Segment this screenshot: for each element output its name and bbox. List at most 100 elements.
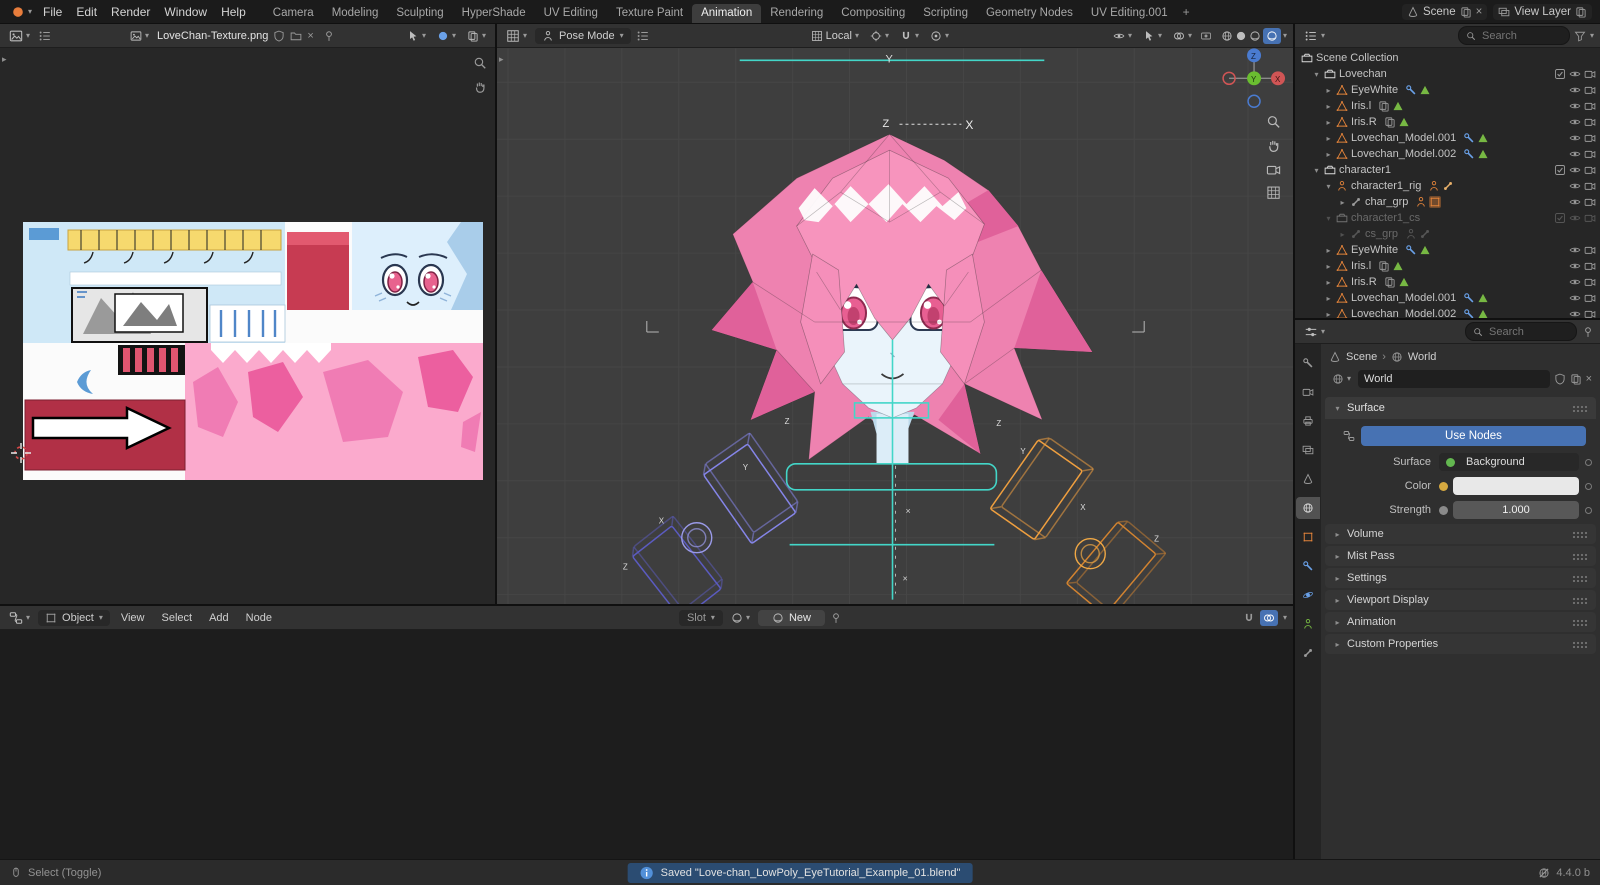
gizmo-y-axis[interactable]: Y: [1251, 75, 1257, 84]
panel-grip-icon[interactable]: [1572, 574, 1588, 582]
pin-icon[interactable]: [1582, 326, 1594, 338]
viewport-canvas[interactable]: ▸ Y Z X × × Z Y X Z Z Y X Z Z X Y: [497, 48, 1293, 604]
modifier-wrench-icon[interactable]: [1463, 132, 1475, 144]
object-tab[interactable]: [1296, 526, 1320, 548]
expand-icon[interactable]: ▸: [1324, 294, 1333, 303]
zoom-icon[interactable]: [473, 56, 487, 70]
disable-render-camera-icon[interactable]: [1584, 260, 1596, 272]
panel-grip-icon[interactable]: [1572, 596, 1588, 604]
tab-modeling[interactable]: Modeling: [323, 4, 388, 23]
shading-wireframe-icon[interactable]: [1221, 30, 1233, 42]
panel-grip-icon[interactable]: [1572, 404, 1588, 412]
hide-viewport-eye-icon[interactable]: [1569, 212, 1581, 224]
outliner-row-iris-l[interactable]: ▸ Iris.l: [1295, 98, 1600, 114]
pan-hand-icon[interactable]: [1269, 140, 1279, 152]
expand-icon[interactable]: ▸: [1338, 230, 1347, 239]
material-slot-dropdown[interactable]: Slot ▾: [678, 609, 723, 626]
panel-grip-icon[interactable]: [1572, 640, 1588, 648]
gizmo-z-axis[interactable]: Z: [1251, 52, 1256, 61]
uv-2d-cursor[interactable]: [10, 442, 32, 464]
collapse-icon[interactable]: ▾: [1312, 166, 1321, 175]
hide-viewport-eye-icon[interactable]: [1569, 244, 1581, 256]
snap-toggle[interactable]: ▾: [897, 28, 922, 44]
disable-render-camera-icon[interactable]: [1584, 164, 1596, 176]
bone-tab[interactable]: [1296, 642, 1320, 664]
vertex-group-icon[interactable]: [1384, 276, 1396, 288]
tab-animation[interactable]: Animation: [692, 4, 762, 23]
active-bone-icon[interactable]: [1429, 196, 1442, 208]
exclude-checkbox-icon[interactable]: [1554, 164, 1566, 176]
menu-view[interactable]: View: [115, 610, 151, 626]
filter-funnel-icon[interactable]: [1574, 30, 1586, 42]
panel-grip-icon[interactable]: [1572, 530, 1588, 538]
scene-selector[interactable]: Scene ×: [1401, 3, 1488, 20]
armature-bone-right-lower[interactable]: [1066, 517, 1166, 604]
mesh-data-icon[interactable]: [1477, 292, 1489, 304]
mesh-data-icon[interactable]: [1398, 116, 1410, 128]
pan-hand-icon[interactable]: [473, 80, 487, 94]
world-name-input[interactable]: [1358, 373, 1550, 385]
snap-magnet-icon[interactable]: [1243, 612, 1255, 624]
vertex-group-icon[interactable]: [1378, 100, 1390, 112]
editor-type-button[interactable]: ▾: [6, 27, 33, 45]
view-layer-tab[interactable]: [1296, 439, 1320, 461]
expand-icon[interactable]: ▸: [1324, 262, 1333, 271]
outliner-row-iris-l-2[interactable]: ▸ Iris.l: [1295, 258, 1600, 274]
tab-compositing[interactable]: Compositing: [832, 4, 914, 23]
disable-render-camera-icon[interactable]: [1584, 308, 1596, 318]
mesh-data-icon[interactable]: [1477, 148, 1489, 160]
hide-viewport-eye-icon[interactable]: [1569, 180, 1581, 192]
object-data-tab[interactable]: [1296, 613, 1320, 635]
mesh-data-icon[interactable]: [1477, 308, 1489, 318]
hide-viewport-eye-icon[interactable]: [1569, 132, 1581, 144]
tab-rendering[interactable]: Rendering: [761, 4, 832, 23]
uv-gizmo-button[interactable]: ▾: [404, 28, 429, 44]
disable-render-camera-icon[interactable]: [1584, 148, 1596, 160]
overlays-dropdown[interactable]: ▾: [1170, 28, 1195, 44]
world-name-field[interactable]: [1358, 370, 1550, 388]
expand-icon[interactable]: ▸: [1324, 246, 1333, 255]
shader-type-dropdown[interactable]: Object ▾: [38, 609, 110, 626]
unlink-scene-icon[interactable]: ×: [1476, 6, 1483, 18]
physics-tab[interactable]: [1296, 584, 1320, 606]
search-input[interactable]: [1479, 28, 1562, 43]
browse-world-button[interactable]: ▾: [1329, 371, 1354, 387]
hamburger-menu-icon[interactable]: [38, 29, 52, 43]
volume-panel[interactable]: ▸ Volume: [1325, 524, 1596, 544]
hide-viewport-eye-icon[interactable]: [1569, 196, 1581, 208]
overlays-toggle[interactable]: [1259, 609, 1278, 626]
pose-icon[interactable]: [1405, 228, 1417, 240]
decorator-icon[interactable]: [1585, 506, 1592, 514]
expand-icon[interactable]: ▸: [1324, 150, 1333, 159]
editor-type-button[interactable]: ▾: [1301, 27, 1328, 45]
modifier-wrench-icon[interactable]: [1405, 84, 1417, 96]
mesh-data-icon[interactable]: [1419, 244, 1431, 256]
exclude-checkbox-icon[interactable]: [1554, 68, 1566, 80]
disable-render-camera-icon[interactable]: [1584, 68, 1596, 80]
uv-overlays-button[interactable]: ▾: [434, 28, 459, 44]
outliner-row-eyewhite-2[interactable]: ▸ EyeWhite: [1295, 242, 1600, 258]
camera-view-icon[interactable]: [1266, 165, 1281, 175]
character-mesh[interactable]: [711, 133, 1093, 464]
properties-search[interactable]: [1465, 322, 1577, 341]
hide-viewport-eye-icon[interactable]: [1569, 116, 1581, 128]
shading-solid-icon[interactable]: [1235, 30, 1247, 42]
surface-shader-dropdown[interactable]: Background: [1439, 453, 1579, 471]
save-notification[interactable]: Saved "Love-chan_LowPoly_EyeTutorial_Exa…: [627, 863, 973, 883]
add-workspace-button[interactable]: +: [1177, 2, 1196, 23]
disable-render-camera-icon[interactable]: [1584, 116, 1596, 128]
menu-window[interactable]: Window: [158, 3, 213, 21]
hide-viewport-eye-icon[interactable]: [1569, 84, 1581, 96]
disable-render-camera-icon[interactable]: [1584, 100, 1596, 112]
expand-icon[interactable]: ▸: [1324, 118, 1333, 127]
shading-rendered-button[interactable]: [1263, 27, 1281, 44]
bone-data-icon[interactable]: [1419, 228, 1431, 240]
tab-geometry-nodes[interactable]: Geometry Nodes: [977, 4, 1082, 23]
menu-node[interactable]: Node: [240, 610, 278, 626]
viewport-display-panel[interactable]: ▸ Viewport Display: [1325, 590, 1596, 610]
mode-dropdown[interactable]: Pose Mode ▾: [535, 27, 631, 44]
empty-axes-left[interactable]: [646, 321, 659, 333]
pin-icon[interactable]: [830, 612, 842, 624]
hide-viewport-eye-icon[interactable]: [1569, 148, 1581, 160]
armature-bone-left-lower[interactable]: [628, 515, 726, 604]
